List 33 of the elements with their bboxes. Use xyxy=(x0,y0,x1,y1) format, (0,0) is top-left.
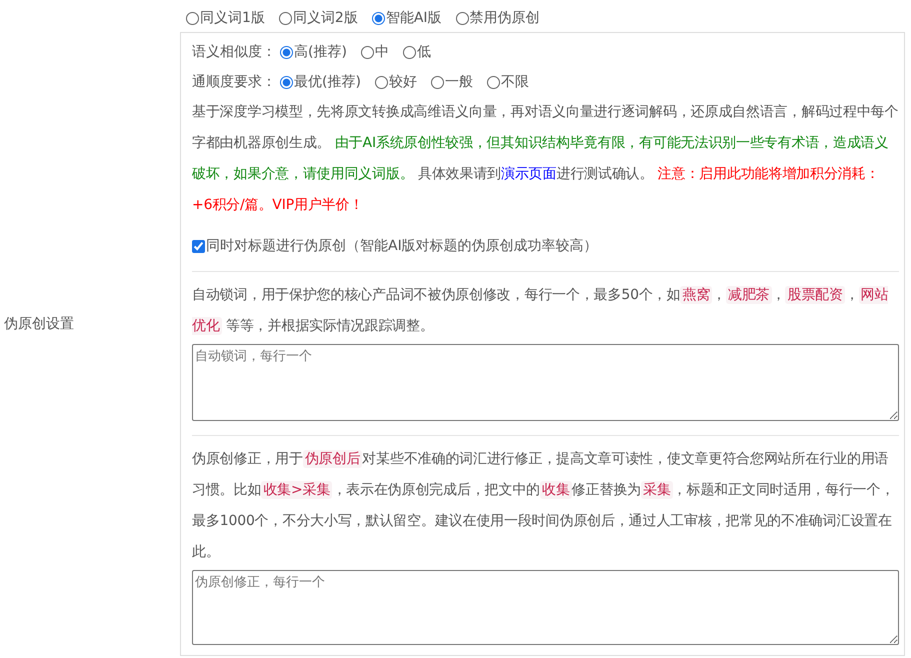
radio-button[interactable] xyxy=(456,12,469,24)
radio-label[interactable]: 同义词2版 xyxy=(292,9,358,27)
ai-description: 基于深度学习模型，先将原文转换成高维语义向量，再对语义向量进行逐词解码，还原成自然语言，解码过程中每个字都由机器原创生成。 由于AI系统原创性较强，但其知识结构毕竟有限，有可能无法识别一些专有术语，造成语义破坏，如果介意，请使用同义词版。 具体效果请到演示页面进行测试确认。 注意：启用此功能将增加积分消耗：+6积分/篇。VIP用户半价！ xyxy=(192,103,899,215)
radio-button[interactable] xyxy=(278,12,292,24)
radio-button[interactable] xyxy=(280,76,293,88)
radio-label[interactable]: 智能AI版 xyxy=(386,9,442,27)
radio-button[interactable] xyxy=(360,46,374,58)
radio-label[interactable]: 最优(推荐) xyxy=(294,73,361,91)
section-label: 伪原创设置 xyxy=(4,315,74,333)
field-label: 通顺度要求： xyxy=(192,73,276,91)
radio-button[interactable] xyxy=(402,46,416,58)
radio-button[interactable] xyxy=(430,76,444,88)
radio-label[interactable]: 中 xyxy=(374,43,389,61)
field-label: 语义相似度： xyxy=(192,43,276,61)
radio-button[interactable] xyxy=(374,76,388,88)
checkbox-label[interactable]: 同时对标题进行伪原创（智能AI版对标题的伪原创成功率较高） xyxy=(206,237,598,255)
correction-field[interactable]: 伪原创修正，每行一个 xyxy=(192,570,899,645)
lock-words-field[interactable]: 自动锁词，每行一个 xyxy=(192,344,899,421)
radio-label[interactable]: 同义词1版 xyxy=(200,9,265,27)
radio-label[interactable]: 较好 xyxy=(388,73,417,91)
demo-page-link[interactable]: 演示页面 xyxy=(501,166,556,182)
correction-description: 伪原创修正，用于伪原创后对某些不准确的词汇进行修正，提高文章可读性，使文章更符合您网站所在行业的用语习惯。比如 收集>采集，表示在伪原创完成后，把文中的 收集修正替换为 采集，标题和正文同时适用，每行一个，最多1000个，不分大小写，默认留空。建议在使用一段时间伪原创后，通过人工审核，把常见的不准确词汇设置在此。 xyxy=(192,449,896,562)
radio-button[interactable] xyxy=(372,12,385,24)
checkbox[interactable] xyxy=(192,240,205,252)
radio-label[interactable]: 低 xyxy=(416,43,431,61)
lock-words-description: 自动锁词，用于保护您的核心产品词不被伪原创修改，每行一个，最多50个，如 燕窝，减肥茶，股票配资，网站优化 等等，并根据实际情况跟踪调整。 xyxy=(192,285,890,337)
radio-label[interactable]: 不限 xyxy=(500,73,529,91)
radio-label[interactable]: 一般 xyxy=(444,73,473,91)
radio-button[interactable] xyxy=(486,76,500,88)
radio-button[interactable] xyxy=(186,12,199,24)
radio-label[interactable]: 禁用伪原创 xyxy=(470,9,540,27)
radio-button[interactable] xyxy=(280,46,293,58)
radio-label[interactable]: 高(推荐) xyxy=(294,43,347,61)
